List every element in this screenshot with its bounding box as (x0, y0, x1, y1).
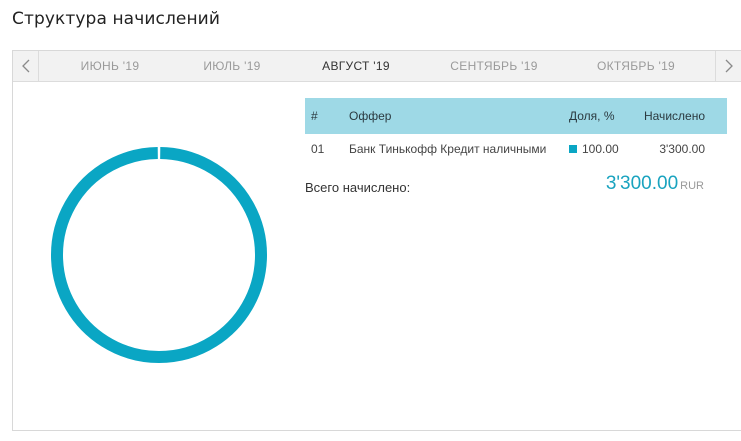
total-amount: 3'300.00 (605, 173, 679, 194)
col-header-offer: Оффер (343, 98, 563, 134)
page-title: Структура начислений (12, 9, 220, 29)
donut-slice[interactable] (51, 147, 267, 363)
accruals-table: # Оффер Доля, % Начислено 01 Банк Тинько… (305, 98, 727, 164)
row-share: 100.00 (563, 134, 637, 164)
chevron-right-icon (725, 59, 733, 73)
accruals-panel: ИЮНЬ '19 ИЮЛЬ '19 АВГУСТ '19 СЕНТЯБРЬ '1… (12, 50, 741, 431)
next-month-button[interactable] (715, 51, 741, 81)
month-tab-august[interactable]: АВГУСТ '19 (314, 51, 398, 81)
month-navigation: ИЮНЬ '19 ИЮЛЬ '19 АВГУСТ '19 СЕНТЯБРЬ '1… (13, 51, 741, 82)
col-header-accrued: Начислено (637, 98, 727, 134)
total-currency: RUR (680, 180, 704, 192)
chevron-left-icon (21, 59, 29, 73)
table-header-row: # Оффер Доля, % Начислено (305, 98, 727, 134)
row-share-value: 100.00 (582, 142, 619, 156)
col-header-share: Доля, % (563, 98, 637, 134)
month-tab-october[interactable]: ОКТЯБРЬ '19 (593, 51, 679, 81)
prev-month-button[interactable] (13, 51, 39, 81)
row-offer: Банк Тинькофф Кредит наличными (349, 142, 547, 156)
month-tab-september[interactable]: СЕНТЯБРЬ '19 (445, 51, 543, 81)
month-tab-july[interactable]: ИЮЛЬ '19 (197, 51, 267, 81)
total-label: Всего начислено: (305, 180, 411, 195)
total-value: 3'300.00 RUR (606, 173, 704, 195)
donut-chart-svg (51, 147, 267, 363)
month-tab-june[interactable]: ИЮНЬ '19 (75, 51, 145, 81)
donut-chart (49, 145, 269, 365)
table-row: 01 Банк Тинькофф Кредит наличными 100.00… (305, 134, 727, 164)
row-num: 01 (311, 142, 325, 156)
share-color-swatch (569, 145, 577, 153)
col-header-num: # (305, 98, 343, 134)
row-accrued: 3'300.00 (659, 142, 705, 156)
